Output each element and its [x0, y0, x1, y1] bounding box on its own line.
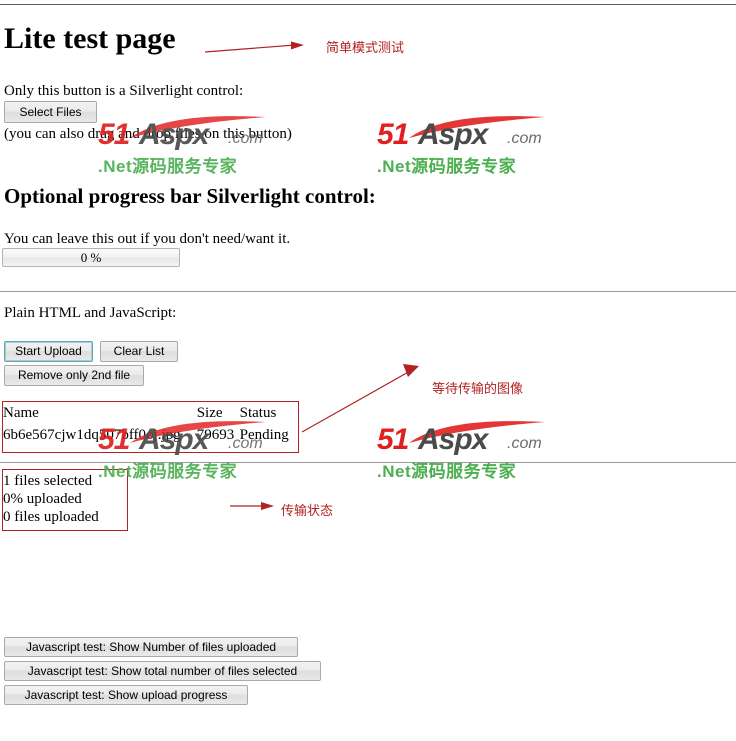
annotation-arrow-status [230, 502, 274, 510]
select-files-button[interactable]: Select Files [4, 101, 97, 123]
watermark-brand-tld: .com [507, 130, 542, 147]
watermark-subtitle: .Net源码服务专家 [98, 462, 238, 481]
watermark-logo-mark: 51 Aspx .com .Net源码服务专家 [377, 421, 555, 481]
watermark-brand-tld: .com [507, 435, 542, 452]
progress-bar: 0 % [2, 248, 180, 267]
watermark-brand-prefix: 51 [377, 423, 409, 456]
plain-html-note: Plain HTML and JavaScript: [4, 305, 177, 321]
progress-bar-label: 0 % [80, 250, 102, 265]
watermark-logo: 51 Aspx .com .Net源码服务专家 [377, 421, 555, 481]
watermark-brand-main: Aspx [418, 423, 488, 456]
table-row[interactable]: 6b6e567cjw1dq507bff0oj.jpg 79693 Pending [3, 427, 293, 444]
annotation-status-note: 传输状态 [281, 503, 334, 518]
file-table-element: Name Size Status 6b6e567cjw1dq507bff0oj.… [3, 405, 293, 444]
file-list-table: Name Size Status 6b6e567cjw1dq507bff0oj.… [3, 405, 293, 444]
upload-status-block: 1 files selected 0% uploaded 0 files upl… [3, 472, 99, 526]
column-header-status: Status [239, 405, 277, 421]
dragdrop-note: (you can also drag and drop files on thi… [4, 126, 292, 142]
divider-line-1 [0, 291, 736, 292]
annotation-arrow-title [204, 41, 304, 53]
section-heading-progress: Optional progress bar Silverlight contro… [4, 184, 376, 208]
page-root: Lite test page 简单模式测试 Only this button i… [0, 0, 736, 741]
leave-out-note: You can leave this out if you don't need… [4, 231, 291, 247]
silverlight-note: Only this button is a Silverlight contro… [4, 83, 244, 99]
top-border-line [0, 4, 736, 5]
annotation-files-note: 等待传输的图像 [432, 381, 524, 396]
status-files-uploaded: 0 files uploaded [3, 509, 99, 525]
watermark-subtitle: .Net源码服务专家 [377, 462, 517, 481]
watermark-subtitle: .Net源码服务专家 [98, 157, 238, 176]
column-header-name: Name [3, 405, 39, 421]
annotation-title-note: 简单模式测试 [326, 40, 405, 55]
js-show-total-selected-button[interactable]: Javascript test: Show total number of fi… [4, 661, 321, 681]
page-title: Lite test page [4, 22, 176, 55]
js-show-files-uploaded-button[interactable]: Javascript test: Show Number of files up… [4, 637, 298, 657]
swoosh-icon [409, 421, 545, 443]
swoosh-icon [409, 116, 545, 138]
column-header-size: Size [196, 405, 223, 421]
cell-file-size: 79693 [196, 427, 235, 443]
annotation-arrow-files [301, 364, 419, 433]
remove-second-file-button[interactable]: Remove only 2nd file [4, 365, 144, 386]
js-show-upload-progress-button[interactable]: Javascript test: Show upload progress [4, 685, 248, 705]
cell-file-name: 6b6e567cjw1dq507bff0oj.jpg [3, 427, 181, 443]
watermark-brand-main: Aspx [418, 118, 488, 151]
status-files-selected: 1 files selected [3, 473, 93, 489]
cell-file-status: Pending [239, 427, 289, 443]
watermark-brand-prefix: 51 [377, 118, 409, 151]
clear-list-button[interactable]: Clear List [100, 341, 178, 362]
status-percent-uploaded: 0% uploaded [3, 491, 82, 507]
watermark-logo: 51 Aspx .com .Net源码服务专家 [377, 116, 555, 176]
start-upload-button[interactable]: Start Upload [4, 341, 93, 362]
table-header-row: Name Size Status [3, 405, 293, 427]
watermark-subtitle: .Net源码服务专家 [377, 157, 517, 176]
divider-line-2 [0, 462, 736, 463]
watermark-logo-mark: 51 Aspx .com .Net源码服务专家 [377, 116, 555, 176]
